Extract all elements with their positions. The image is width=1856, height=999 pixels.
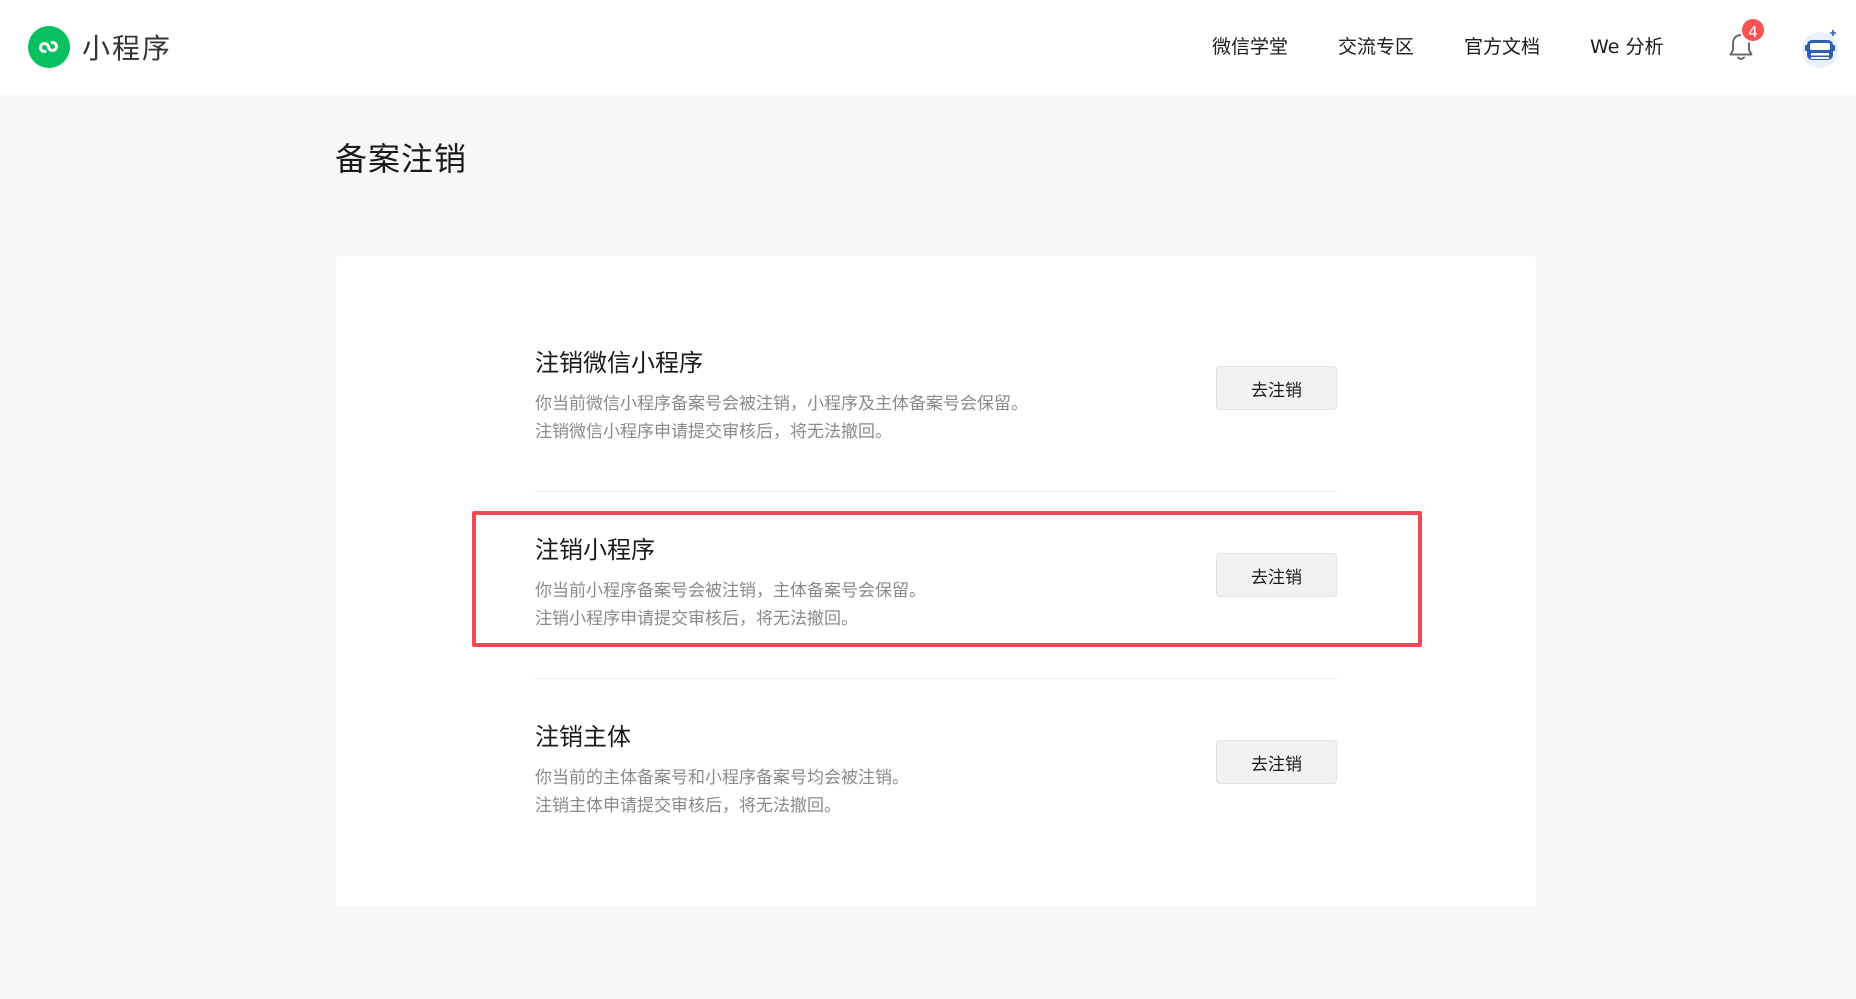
- nav-we-analytics[interactable]: We 分析: [1590, 33, 1663, 61]
- page-title: 备案注销: [335, 140, 468, 178]
- divider: [535, 491, 1337, 492]
- top-bar: 小程序 微信学堂 交流专区 官方文档 We 分析 4: [0, 0, 1856, 94]
- nav-official-docs[interactable]: 官方文档: [1464, 33, 1540, 61]
- deregister-mini-program-button[interactable]: 去注销: [1216, 553, 1337, 597]
- option-description-line: 注销微信小程序申请提交审核后，将无法撤回。: [535, 422, 892, 442]
- option-description: 你当前微信小程序备案号会被注销，小程序及主体备案号会保留。 注销微信小程序申请提…: [535, 390, 1028, 446]
- option-deregister-wechat-mini-program: 注销微信小程序 你当前微信小程序备案号会被注销，小程序及主体备案号会保留。 注销…: [535, 346, 1337, 533]
- brand[interactable]: 小程序: [28, 26, 172, 68]
- option-description-line: 你当前小程序备案号会被注销，主体备案号会保留。: [535, 581, 926, 601]
- option-description-line: 你当前的主体备案号和小程序备案号均会被注销。: [535, 768, 909, 788]
- mini-program-logo-icon: [28, 26, 70, 68]
- notification-count-badge: 4: [1740, 17, 1766, 43]
- option-deregister-mini-program: 注销小程序 你当前小程序备案号会被注销，主体备案号会保留。 注销小程序申请提交审…: [535, 533, 1337, 720]
- deregistration-card: 注销微信小程序 你当前微信小程序备案号会被注销，小程序及主体备案号会保留。 注销…: [336, 256, 1536, 906]
- deregister-wechat-mini-program-button[interactable]: 去注销: [1216, 366, 1337, 410]
- option-title: 注销小程序: [535, 536, 655, 564]
- option-title: 注销主体: [535, 723, 631, 751]
- option-description-line: 注销小程序申请提交审核后，将无法撤回。: [535, 609, 858, 629]
- user-avatar[interactable]: [1800, 28, 1840, 68]
- option-description: 你当前小程序备案号会被注销，主体备案号会保留。 注销小程序申请提交审核后，将无法…: [535, 577, 926, 633]
- app-name: 小程序: [82, 32, 173, 65]
- option-description-line: 注销主体申请提交审核后，将无法撤回。: [535, 796, 841, 816]
- option-deregister-entity: 注销主体 你当前的主体备案号和小程序备案号均会被注销。 注销主体申请提交审核后，…: [535, 720, 1337, 907]
- nav-wechat-academy[interactable]: 微信学堂: [1212, 33, 1288, 61]
- option-description: 你当前的主体备案号和小程序备案号均会被注销。 注销主体申请提交审核后，将无法撤回…: [535, 764, 909, 820]
- option-title: 注销微信小程序: [535, 349, 703, 377]
- divider: [535, 678, 1337, 679]
- deregister-entity-button[interactable]: 去注销: [1216, 740, 1337, 784]
- top-nav: 微信学堂 交流专区 官方文档 We 分析: [1212, 33, 1663, 61]
- option-description-line: 你当前微信小程序备案号会被注销，小程序及主体备案号会保留。: [535, 394, 1028, 414]
- nav-community[interactable]: 交流专区: [1338, 33, 1414, 61]
